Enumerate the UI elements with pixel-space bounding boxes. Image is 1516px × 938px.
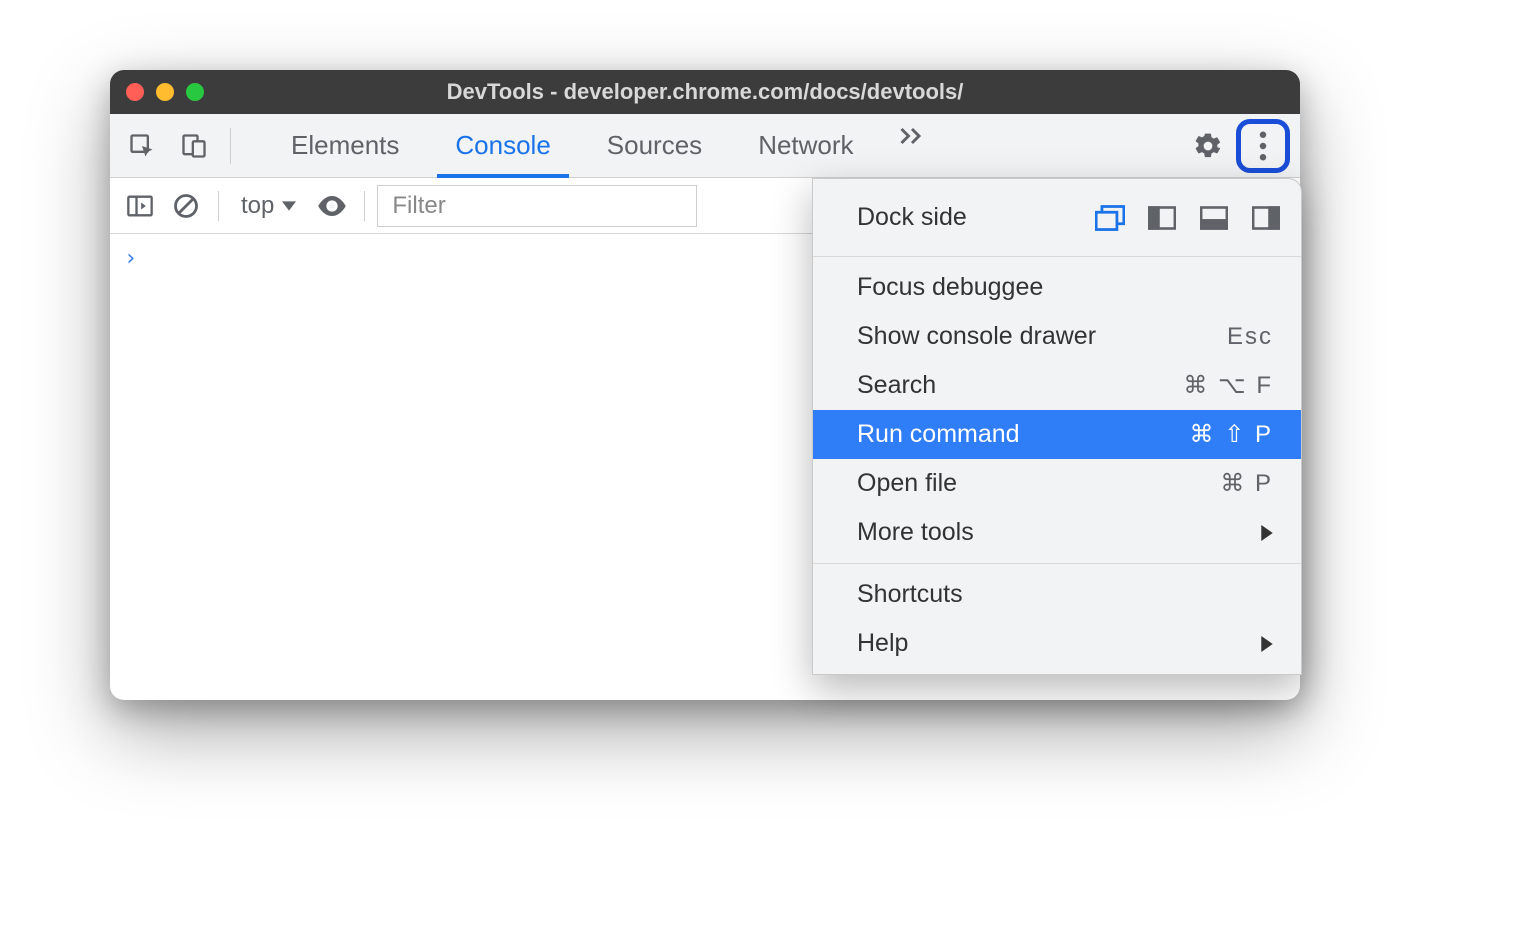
settings-button[interactable] — [1186, 124, 1230, 168]
tab-console[interactable]: Console — [427, 114, 578, 177]
tab-elements[interactable]: Elements — [263, 114, 427, 177]
execution-context-selector[interactable]: top — [231, 192, 306, 220]
chevron-right-icon — [1261, 636, 1273, 652]
menu-item-search[interactable]: Search ⌘ ⌥ F — [813, 361, 1301, 410]
menu-item-open-file[interactable]: Open file ⌘ P — [813, 459, 1301, 508]
clear-console-button[interactable] — [166, 186, 206, 226]
device-toolbar-button[interactable] — [172, 124, 216, 168]
dock-left-icon — [1148, 206, 1176, 230]
console-prompt: › — [124, 246, 137, 271]
live-expression-button[interactable] — [312, 186, 352, 226]
options-menu: Dock side — [812, 178, 1302, 675]
traffic-lights — [126, 83, 204, 101]
inspect-element-button[interactable] — [120, 124, 164, 168]
more-tabs-button[interactable] — [882, 114, 942, 158]
titlebar: DevTools - developer.chrome.com/docs/dev… — [110, 70, 1300, 114]
chevron-right-icon — [1261, 525, 1273, 541]
minimize-window-button[interactable] — [156, 83, 174, 101]
menu-section-dock: Dock side — [813, 179, 1301, 257]
filterbar-divider — [218, 191, 219, 221]
gear-icon — [1193, 131, 1223, 161]
devtools-window: DevTools - developer.chrome.com/docs/dev… — [110, 70, 1300, 700]
toolbar-divider — [230, 128, 231, 164]
menu-item-run-command[interactable]: Run command ⌘ ⇧ P — [813, 410, 1301, 459]
dock-right-icon — [1252, 206, 1280, 230]
dock-left-button[interactable] — [1147, 205, 1177, 231]
menu-item-show-console-drawer[interactable]: Show console drawer Esc — [813, 312, 1301, 361]
main-toolbar: Elements Console Sources Network — [110, 114, 1300, 178]
console-sidebar-toggle[interactable] — [120, 186, 160, 226]
context-label: top — [241, 192, 274, 220]
menu-item-help[interactable]: Help — [813, 619, 1301, 668]
filterbar-divider-2 — [364, 191, 365, 221]
toolbar-right — [1186, 119, 1290, 173]
menu-item-more-tools[interactable]: More tools — [813, 508, 1301, 557]
menu-item-focus-debuggee[interactable]: Focus debuggee — [813, 263, 1301, 312]
kebab-icon — [1259, 131, 1267, 161]
menu-item-shortcuts[interactable]: Shortcuts — [813, 570, 1301, 619]
menu-section-main: Focus debuggee Show console drawer Esc S… — [813, 257, 1301, 564]
window-title: DevTools - developer.chrome.com/docs/dev… — [110, 79, 1300, 105]
tab-sources[interactable]: Sources — [579, 114, 730, 177]
sidebar-toggle-icon — [126, 194, 154, 218]
menu-dock-row: Dock side — [813, 185, 1301, 250]
dock-undock-icon — [1095, 205, 1125, 231]
console-filter-input[interactable] — [377, 185, 697, 227]
triangle-down-icon — [282, 201, 296, 211]
dock-right-button[interactable] — [1251, 205, 1281, 231]
eye-icon — [317, 195, 347, 217]
device-icon — [180, 132, 208, 160]
more-options-button[interactable] — [1236, 119, 1290, 173]
chevron-double-right-icon — [898, 126, 926, 146]
no-symbol-icon — [172, 192, 200, 220]
dock-side-label: Dock side — [857, 203, 967, 232]
menu-section-footer: Shortcuts Help — [813, 564, 1301, 674]
maximize-window-button[interactable] — [186, 83, 204, 101]
dock-undock-button[interactable] — [1095, 205, 1125, 231]
dock-options — [1095, 205, 1281, 231]
inspect-icon — [128, 132, 156, 160]
close-window-button[interactable] — [126, 83, 144, 101]
tab-network[interactable]: Network — [730, 114, 881, 177]
dock-bottom-button[interactable] — [1199, 205, 1229, 231]
panel-tabs: Elements Console Sources Network — [263, 114, 942, 177]
dock-bottom-icon — [1200, 206, 1228, 230]
